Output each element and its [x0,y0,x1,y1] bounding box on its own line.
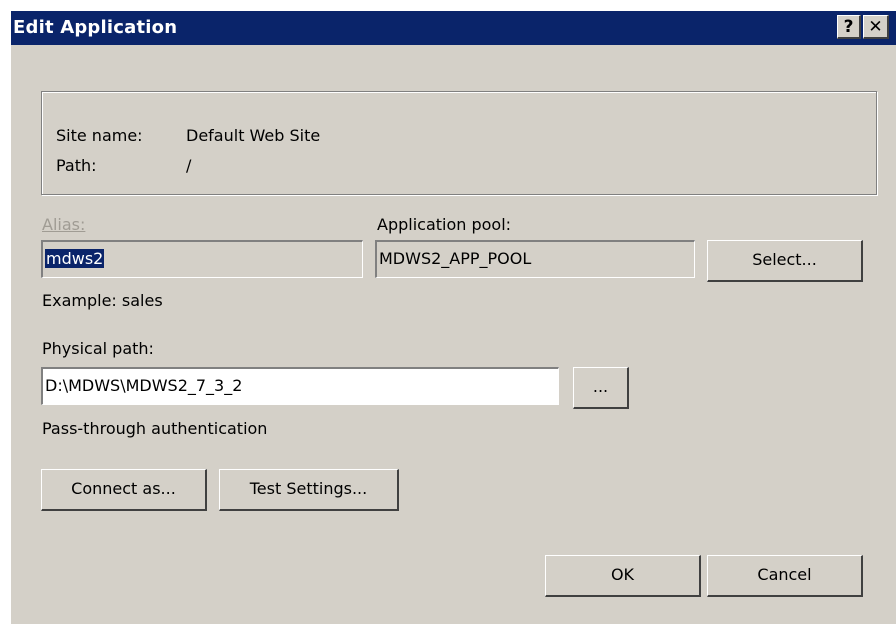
test-settings-button[interactable]: Test Settings... [219,469,399,511]
alias-field[interactable]: mdws2 [41,240,363,278]
dialog-title: Edit Application [13,17,178,38]
browse-button[interactable]: ... [573,367,629,409]
ellipsis-icon: ... [592,377,609,396]
select-app-pool-button[interactable]: Select... [707,240,863,282]
alias-label: Alias: [42,215,85,234]
help-icon: ? [843,17,854,37]
pass-through-auth-text: Pass-through authentication [42,419,268,438]
close-button[interactable]: ✕ [863,15,889,39]
app-pool-label: Application pool: [377,215,512,234]
select-button-label: Select... [752,250,817,269]
path-label: Path: [56,156,97,175]
site-info-group: Site name: Default Web Site Path: / [41,91,877,195]
cancel-button[interactable]: Cancel [707,555,863,597]
test-settings-label: Test Settings... [249,479,368,498]
app-pool-field[interactable]: MDWS2_APP_POOL [375,240,695,278]
physical-path-input[interactable]: D:\MDWS\MDWS2_7_3_2 [41,367,559,405]
alias-example: Example: sales [42,291,163,310]
alias-label-text: Alias: [42,215,86,234]
title-bar[interactable]: Edit Application ? ✕ [11,11,896,45]
connect-as-button[interactable]: Connect as... [41,469,207,511]
ok-button[interactable]: OK [545,555,701,597]
ok-label: OK [610,565,635,584]
site-name-value: Default Web Site [186,126,321,145]
path-value: / [186,156,192,175]
edit-application-dialog: Edit Application ? ✕ Site name: Default … [10,10,896,624]
alias-value: mdws2 [45,249,105,268]
app-pool-value: MDWS2_APP_POOL [379,249,532,268]
site-name-label: Site name: [56,126,143,145]
connect-as-label: Connect as... [71,479,176,498]
close-icon: ✕ [868,17,883,37]
help-button[interactable]: ? [837,15,861,39]
cancel-label: Cancel [757,565,812,584]
physical-path-value: D:\MDWS\MDWS2_7_3_2 [45,376,243,395]
physical-path-label: Physical path: [42,339,154,358]
